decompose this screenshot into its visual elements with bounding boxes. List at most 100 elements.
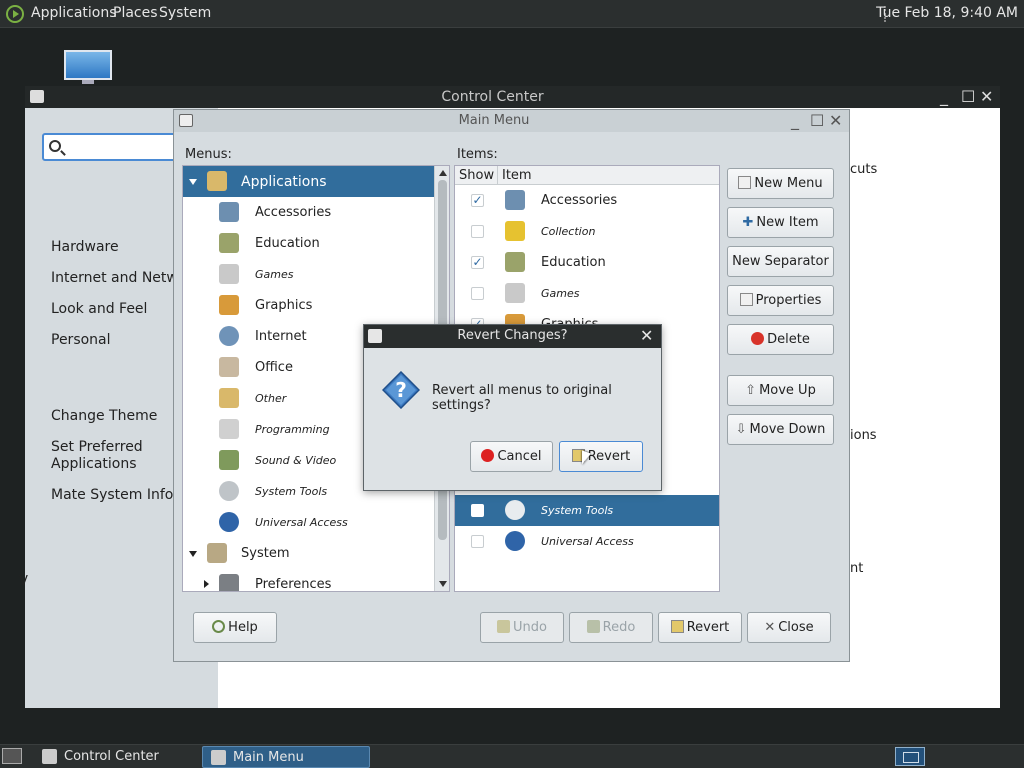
- column-header-item[interactable]: Item: [498, 166, 719, 185]
- search-input[interactable]: [42, 133, 192, 161]
- expander-down-icon[interactable]: [189, 179, 197, 185]
- games-icon: [219, 264, 239, 284]
- tree-row[interactable]: Games: [183, 259, 449, 290]
- undo-button[interactable]: Undo: [480, 612, 564, 643]
- category-look-feel[interactable]: Look and Feel: [51, 301, 147, 318]
- arrow-down-icon: ⇩: [735, 422, 747, 437]
- redo-icon: [586, 620, 600, 633]
- games-icon: [505, 283, 525, 303]
- arrow-up-icon: ⇧: [745, 383, 757, 398]
- revert-changes-dialog: Revert Changes? ✕ ? Revert all menus to …: [363, 324, 662, 491]
- properties-button[interactable]: Properties: [727, 285, 834, 316]
- system-tools-icon: [219, 481, 239, 501]
- computer-desktop-icon[interactable]: [64, 50, 112, 84]
- control-center-titlebar[interactable]: Control Center _ ☐ ✕: [25, 86, 1000, 108]
- new-menu-icon: [738, 176, 752, 189]
- places-menu[interactable]: Places: [113, 5, 158, 21]
- scroll-down-icon[interactable]: [439, 581, 447, 587]
- category-personal[interactable]: Personal: [51, 332, 111, 349]
- menus-label: Menus:: [185, 147, 232, 162]
- plus-icon: ✚: [742, 215, 754, 230]
- confirm-revert-button[interactable]: Revert: [559, 441, 643, 472]
- obscured-label: nt: [850, 561, 864, 576]
- item-row[interactable]: System Tools: [455, 495, 719, 526]
- items-label: Items:: [457, 147, 498, 162]
- show-checkbox[interactable]: [471, 535, 484, 548]
- delete-button[interactable]: Delete: [727, 324, 834, 355]
- show-checkbox[interactable]: [471, 504, 484, 517]
- education-icon: [505, 252, 525, 272]
- close-x-icon: ✕: [764, 620, 776, 635]
- column-header-show[interactable]: Show: [455, 166, 498, 185]
- minimize-icon[interactable]: _: [940, 87, 948, 107]
- mate-logo-icon[interactable]: [6, 5, 24, 23]
- show-checkbox[interactable]: ✓: [471, 194, 484, 207]
- tree-row[interactable]: System: [183, 538, 449, 569]
- item-row[interactable]: Games: [455, 278, 719, 309]
- item-row[interactable]: Universal Access: [455, 526, 719, 557]
- revert-button[interactable]: Revert: [658, 612, 742, 643]
- applications-menu[interactable]: Applications: [31, 5, 117, 21]
- redo-button[interactable]: Redo: [569, 612, 653, 643]
- properties-icon: [739, 293, 753, 306]
- cancel-button[interactable]: Cancel: [470, 441, 553, 472]
- system-menu[interactable]: System: [159, 5, 211, 21]
- item-row[interactable]: ✓ Accessories: [455, 185, 719, 216]
- maximize-icon[interactable]: ☐: [961, 87, 975, 107]
- expander-right-icon[interactable]: [204, 580, 209, 588]
- show-checkbox[interactable]: [471, 225, 484, 238]
- universal-access-icon: [505, 531, 525, 551]
- search-icon: [49, 140, 61, 152]
- help-button[interactable]: Help: [193, 612, 277, 643]
- maximize-icon[interactable]: ☐: [810, 111, 824, 131]
- close-icon[interactable]: ✕: [640, 326, 653, 346]
- internet-icon: [219, 326, 239, 346]
- expander-down-icon[interactable]: [189, 551, 197, 557]
- group-preferred-apps[interactable]: Set Preferred Applications: [51, 439, 161, 473]
- group-system-info[interactable]: Mate System Info: [51, 487, 173, 504]
- close-icon[interactable]: ✕: [829, 111, 842, 131]
- item-row[interactable]: ✓ Education: [455, 247, 719, 278]
- applications-icon: [207, 171, 227, 191]
- education-icon: [219, 233, 239, 253]
- category-hardware[interactable]: Hardware: [51, 239, 119, 256]
- accessories-icon: [219, 202, 239, 222]
- tree-row[interactable]: Accessories: [183, 197, 449, 228]
- new-menu-button[interactable]: New Menu: [727, 168, 834, 199]
- close-icon[interactable]: ✕: [980, 87, 993, 107]
- dialog-title: Revert Changes?: [457, 328, 568, 343]
- clock[interactable]: Tue Feb 18, 9:40 AM: [876, 5, 1018, 21]
- task-control-center[interactable]: Control Center: [34, 746, 199, 768]
- move-down-button[interactable]: ⇩ Move Down: [727, 414, 834, 445]
- dialog-message: Revert all menus to original settings?: [432, 383, 612, 413]
- main-menu-task-icon: [211, 750, 226, 765]
- main-menu-titlebar[interactable]: Main Menu _ ☐ ✕: [174, 110, 849, 132]
- show-checkbox[interactable]: [471, 287, 484, 300]
- tree-row[interactable]: Graphics: [183, 290, 449, 321]
- programming-icon: [219, 419, 239, 439]
- tree-row[interactable]: Education: [183, 228, 449, 259]
- control-center-task-icon: [42, 749, 57, 764]
- move-up-button[interactable]: ⇧ Move Up: [727, 375, 834, 406]
- preferences-icon: [219, 574, 239, 591]
- minimize-icon[interactable]: _: [791, 111, 799, 131]
- new-separator-button[interactable]: New Separator: [727, 246, 834, 277]
- tree-row[interactable]: Preferences: [183, 569, 449, 591]
- tree-row[interactable]: Applications: [183, 166, 449, 197]
- group-change-theme[interactable]: Change Theme: [51, 408, 157, 425]
- revert-dialog-titlebar[interactable]: Revert Changes? ✕: [364, 325, 661, 348]
- show-desktop-icon[interactable]: [2, 748, 22, 764]
- close-button[interactable]: ✕ Close: [747, 612, 831, 643]
- show-checkbox[interactable]: ✓: [471, 256, 484, 269]
- new-item-button[interactable]: ✚ New Item: [727, 207, 834, 238]
- item-row[interactable]: Collection: [455, 216, 719, 247]
- obscured-label: cuts: [850, 162, 878, 177]
- question-icon: ?: [382, 371, 420, 409]
- star-icon: [505, 221, 525, 241]
- system-tools-icon: [505, 500, 525, 520]
- workspace-switcher[interactable]: [895, 747, 925, 766]
- scroll-up-icon[interactable]: [439, 170, 447, 176]
- help-icon: [212, 620, 226, 633]
- tree-row[interactable]: Universal Access: [183, 507, 449, 538]
- task-main-menu[interactable]: Main Menu: [202, 746, 370, 768]
